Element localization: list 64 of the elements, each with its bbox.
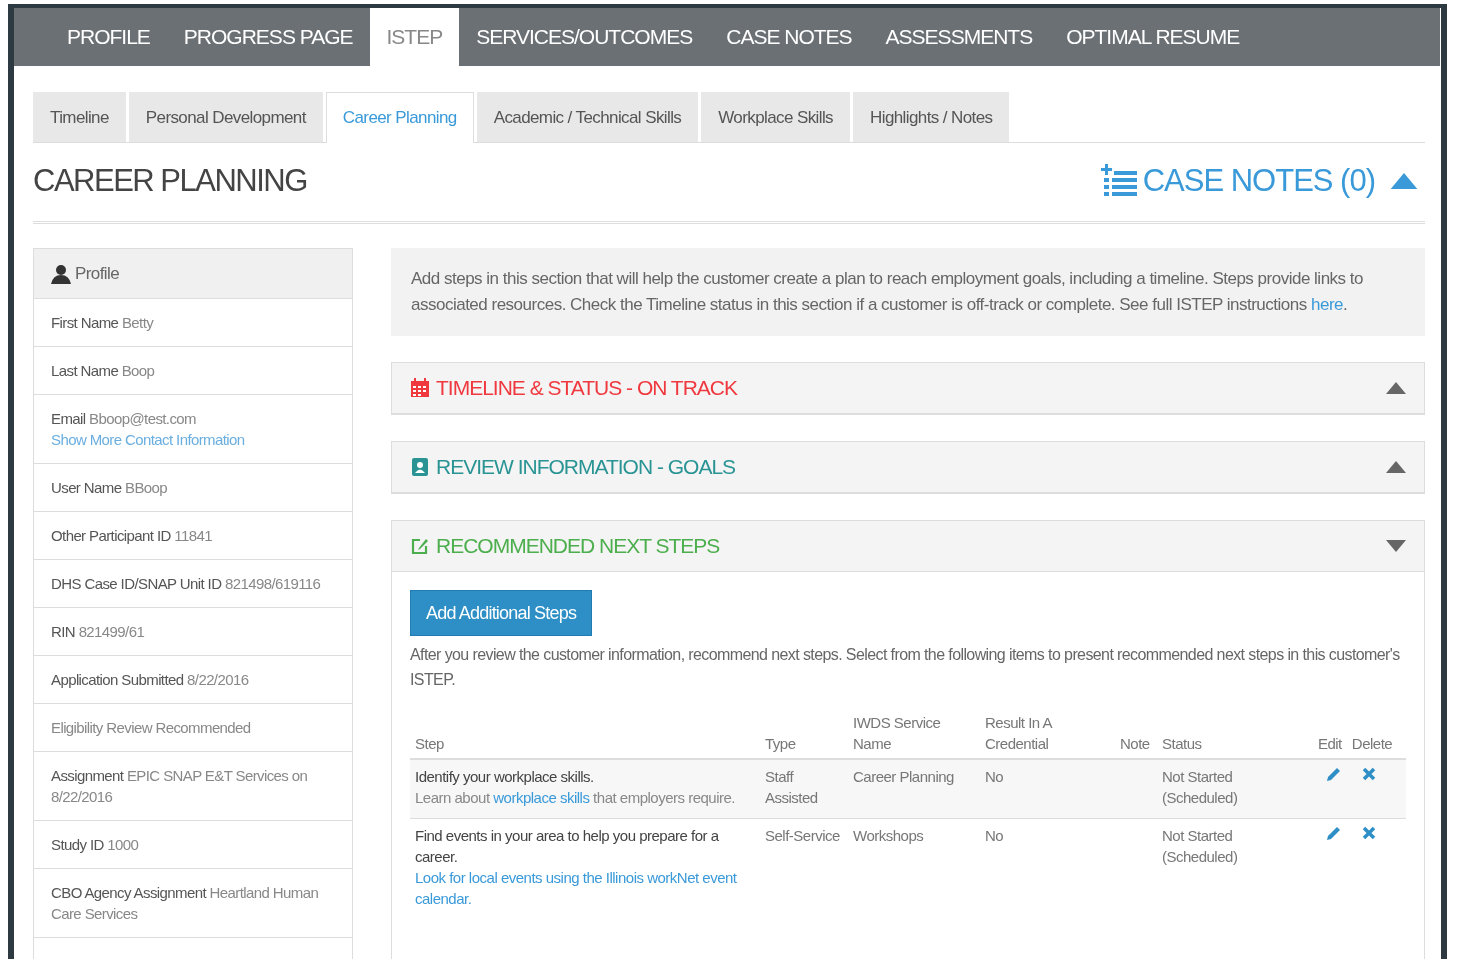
sub-tab[interactable]: Timeline [33,92,126,142]
section-header[interactable]: REVIEW INFORMATION - GOALS [392,442,1424,493]
caret-icon[interactable] [1386,540,1406,552]
add-steps-button[interactable]: Add Additional Steps [410,590,593,636]
nav-tab[interactable]: PROGRESS PAGE [166,8,370,66]
step-description: Learn about workplace skills that employers require. [415,788,737,808]
sub-tab[interactable]: Workplace Skills [701,92,851,142]
caret-icon[interactable] [1386,382,1406,394]
nav-tab[interactable]: ASSESSMENTS [868,8,1050,66]
case-notes-toggle[interactable]: CASE NOTES (0) [1100,163,1425,199]
nav-tab[interactable]: CASE NOTES [709,8,869,66]
pencil-icon[interactable] [1325,766,1342,782]
profile-field: CBO Agency Assignment Heartland Human Care Services [51,884,319,922]
table-cell: Career Planning [848,759,980,819]
contact-book-icon [410,457,430,477]
profile-field: First Name Betty [51,314,154,331]
profile-field: Eligibility Review Recommended [51,719,251,736]
table-cell: Workshops [848,818,980,919]
profile-field: User Name BBoop [51,479,168,496]
nav-tab[interactable]: SERVICES/OUTCOMES [459,8,710,66]
profile-field: Email Bboop@test.com [51,410,196,427]
sub-tab[interactable]: Personal Development [128,92,323,142]
profile-title: Profile [75,263,119,284]
page-title: CAREER PLANNING [33,163,307,199]
step-title: Find events in your area to help you prepare for a career. [415,826,720,867]
table-cell: No [980,759,1115,819]
calendar-icon [410,378,430,398]
section-title: RECOMMENDED NEXT STEPS [436,534,721,558]
step-link[interactable]: workplace skills [493,789,590,806]
instructions-text: Add steps in this section that will help the customer create a plan to reach employment goals, including a timeline. Steps provide links to associated resources. Check the Timeline status in this section if a customer is off-track or complete. See full ISTEP instructions here. [391,248,1425,336]
profile-field: RIN 821499/61 [51,623,145,640]
sub-tab[interactable]: Academic / Technical Skills [476,92,699,142]
edit-icon [410,536,430,556]
profile-field: Assignment EPIC SNAP E&T Services on 8/22/2016 [51,767,308,805]
table-cell: Self-Service [760,818,848,919]
sub-tab[interactable]: Highlights / Notes [853,92,1010,142]
delete-icon[interactable] [1360,766,1377,782]
profile-field: Last Name Boop [51,362,155,379]
profile-field: Study ID 1000 [51,836,139,853]
step-link[interactable]: Look for local events using the Illinois workNet event calendar. [415,867,755,909]
profile-field: Application Submitted 8/22/2016 [51,671,249,688]
delete-icon[interactable] [1360,825,1377,841]
step-title: Identify your workplace skills. [415,767,595,787]
instructions-link[interactable]: here [1310,295,1343,314]
table-cell: Not Started (Scheduled) [1157,759,1307,819]
intro-text: After you review the customer information, recommend next steps. Select from the following items to present recommended next steps in this customer's ISTEP. [410,645,1401,690]
list-add-icon [1100,164,1137,198]
section-header[interactable]: TIMELINE & STATUS - ON TRACK [392,363,1424,414]
profile-field: DHS Case ID/SNAP Unit ID 821498/619116 [51,575,321,592]
table-cell: No [980,818,1115,919]
caret-icon[interactable] [1386,461,1406,473]
table-cell: Not Started (Scheduled) [1157,818,1307,919]
pencil-icon[interactable] [1325,825,1342,841]
caret-icon[interactable] [1389,173,1419,189]
nav-tab[interactable]: ISTEP [369,8,460,66]
sub-tab[interactable]: Career Planning [325,92,474,143]
section-title: TIMELINE & STATUS - ON TRACK [436,376,739,400]
table-cell: Staff Assisted [760,759,848,819]
person-icon [51,263,71,284]
section-title: REVIEW INFORMATION - GOALS [436,455,737,479]
profile-field: Other Participant ID 11841 [51,527,212,544]
nav-tab[interactable]: OPTIMAL RESUME [1049,8,1257,66]
section-header[interactable]: RECOMMENDED NEXT STEPS [392,521,1424,572]
nav-tab[interactable]: PROFILE [50,8,167,66]
